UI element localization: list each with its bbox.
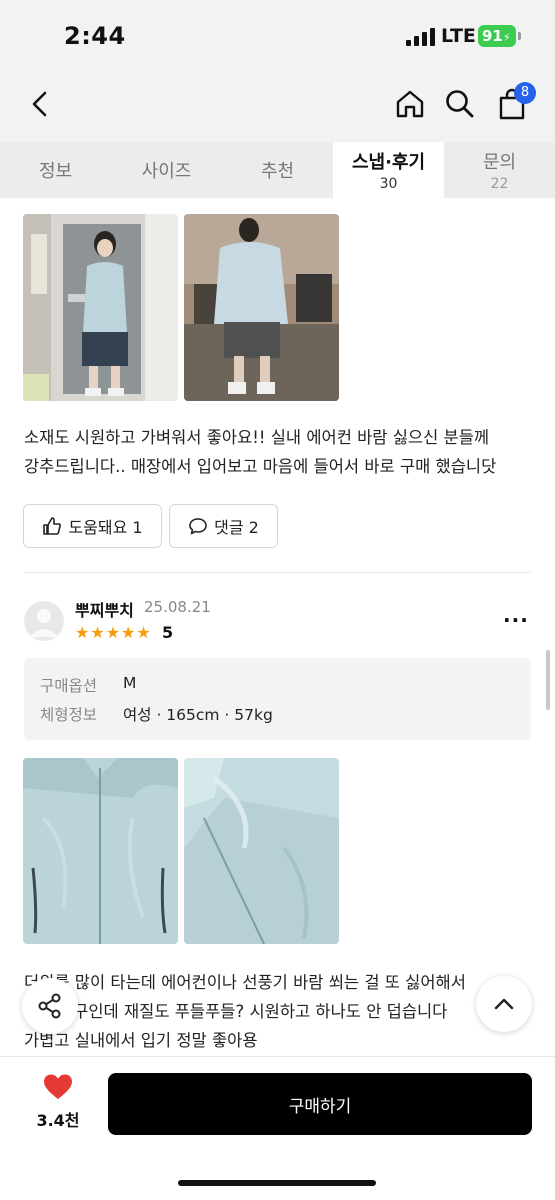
share-button[interactable]	[22, 978, 78, 1034]
username[interactable]: 뿌찌뿌치	[75, 597, 134, 621]
helpful-button[interactable]: 도움돼요 1	[23, 504, 162, 548]
star-icon: ★	[121, 623, 136, 642]
star-icon: ★	[136, 623, 151, 642]
battery-icon: 91⚡	[478, 25, 516, 47]
review-photo-image	[184, 214, 339, 401]
heart-icon	[44, 1074, 72, 1099]
tab-label: 추천	[260, 161, 295, 182]
speech-bubble-icon	[189, 518, 207, 535]
review-divider	[24, 572, 531, 573]
tab-label: 정보	[38, 161, 73, 182]
review-text-line: 친구인데 재질도 푸들푸들? 시원하고 하나도 안 덥습니다	[58, 1002, 448, 1021]
tab-label: 문의	[482, 152, 517, 173]
signal-icon	[406, 28, 436, 46]
tab-bar: 정보 사이즈 추천 스냅·후기 30 문의 22	[0, 142, 555, 198]
review-photo[interactable]	[184, 758, 339, 944]
tab-count: 22	[490, 176, 509, 192]
comment-label: 댓글 2	[214, 518, 259, 537]
review-photo-image	[184, 758, 339, 944]
star-icon: ★	[105, 623, 121, 642]
tab-snap-review[interactable]: 스냅·후기 30	[333, 142, 444, 198]
star-icon: ★	[90, 623, 105, 642]
buy-button[interactable]: 구매하기	[108, 1073, 532, 1135]
battery-level: 91	[482, 27, 503, 45]
like-button[interactable]: 3.4천	[30, 1073, 86, 1131]
back-button[interactable]	[18, 82, 62, 126]
tab-info[interactable]: 정보	[0, 142, 111, 198]
tab-recommend[interactable]: 추천	[222, 142, 333, 198]
tab-label: 스냅·후기	[351, 152, 426, 173]
scroll-to-top-button[interactable]	[476, 976, 532, 1032]
like-count: 3.4천	[36, 1111, 80, 1130]
bottom-action-bar: 3.4천 구매하기	[0, 1056, 555, 1200]
star-icon: ★	[75, 623, 90, 642]
scrollbar[interactable]	[546, 650, 550, 710]
review-text-line: 더위를 많이 타는데 에어컨이나 선풍기 바람 쐬는 걸 또 싫어해서	[24, 973, 466, 992]
review-photo[interactable]	[23, 214, 178, 401]
battery-tip	[518, 32, 521, 40]
more-options-button[interactable]: ···	[503, 608, 529, 632]
body-info-label: 체형정보	[40, 706, 98, 724]
home-indicator	[178, 1180, 376, 1186]
body-info-value: 여성 · 165cm · 57kg	[123, 706, 273, 724]
cart-badge: 8	[514, 82, 536, 104]
review-text-line: 소재도 시원하고 가벼워서 좋아요!! 실내 에어컨 바람 싫으신 분들께	[24, 428, 490, 447]
review-text-line: 강추드립니다.. 매장에서 입어보고 마음에 들어서 바로 구매 했습니닷	[24, 457, 497, 476]
rating-value: 5	[162, 623, 174, 642]
cart-button[interactable]: 8	[490, 82, 536, 126]
home-icon	[396, 90, 424, 118]
status-time: 2:44	[64, 22, 126, 50]
helpful-label: 도움돼요 1	[68, 518, 143, 537]
star-rating: ★ ★ ★ ★ ★	[75, 623, 151, 643]
tab-label: 사이즈	[141, 161, 192, 182]
search-icon	[446, 90, 474, 118]
avatar[interactable]	[24, 601, 64, 641]
chevron-up-icon	[494, 998, 514, 1010]
home-button[interactable]	[388, 82, 432, 126]
option-value: M	[123, 674, 137, 692]
option-label: 구매옵션	[40, 677, 98, 695]
comment-button[interactable]: 댓글 2	[169, 504, 278, 548]
search-button[interactable]	[438, 82, 482, 126]
network-label: LTE	[441, 25, 476, 47]
review-photo-image	[23, 758, 178, 944]
user-avatar-icon	[30, 609, 58, 637]
share-icon	[38, 993, 61, 1019]
tab-inquiry[interactable]: 문의 22	[444, 142, 555, 198]
thumbs-up-icon	[43, 517, 62, 535]
review-photo-image	[23, 214, 178, 401]
tab-count: 30	[379, 176, 398, 192]
top-nav: 8	[0, 70, 555, 142]
status-bar: 2:44 LTE 91⚡	[0, 0, 555, 70]
review-date: 25.08.21	[144, 598, 211, 616]
review-photo[interactable]	[184, 214, 339, 401]
review-photo[interactable]	[23, 758, 178, 944]
purchase-info-box: 구매옵션 M 체형정보 여성 · 165cm · 57kg	[24, 658, 531, 740]
tab-size[interactable]: 사이즈	[111, 142, 222, 198]
chevron-left-icon	[32, 91, 47, 117]
